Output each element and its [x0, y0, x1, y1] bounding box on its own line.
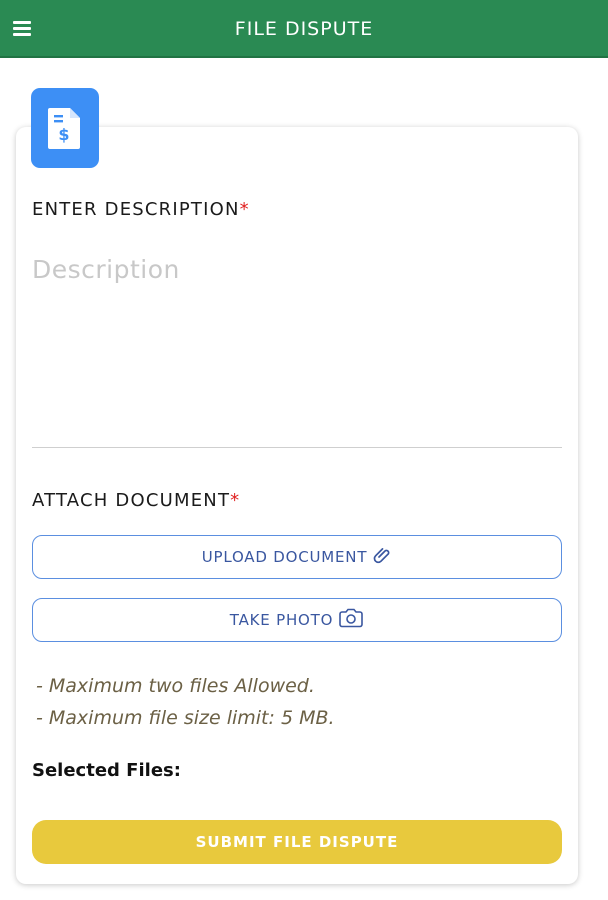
file-count-note: - Maximum two files Allowed. [36, 675, 315, 697]
upload-document-label: UPLOAD DOCUMENT [201, 548, 368, 566]
app-bar: FILE DISPUTE [0, 0, 608, 58]
file-size-note: - Maximum file size limit: 5 MB. [36, 707, 335, 729]
upload-document-button[interactable]: UPLOAD DOCUMENT [32, 535, 562, 579]
description-input[interactable] [32, 255, 562, 447]
description-label: ENTER DESCRIPTION* [32, 199, 250, 220]
svg-text:$: $ [58, 125, 69, 144]
document-dollar-icon: $ [31, 88, 99, 168]
required-marker: * [239, 199, 250, 220]
submit-file-dispute-button[interactable]: SUBMIT FILE DISPUTE [32, 820, 562, 864]
paperclip-icon [372, 545, 392, 569]
take-photo-label: TAKE PHOTO [229, 611, 334, 629]
description-underline [32, 447, 562, 448]
required-marker: * [230, 490, 241, 511]
camera-icon [338, 608, 364, 632]
page-title: FILE DISPUTE [234, 18, 374, 40]
take-photo-button[interactable]: TAKE PHOTO [32, 598, 562, 642]
submit-button-label: SUBMIT FILE DISPUTE [195, 833, 399, 851]
selected-files-label: Selected Files: [32, 760, 181, 781]
attach-document-label: ATTACH DOCUMENT* [32, 490, 241, 511]
